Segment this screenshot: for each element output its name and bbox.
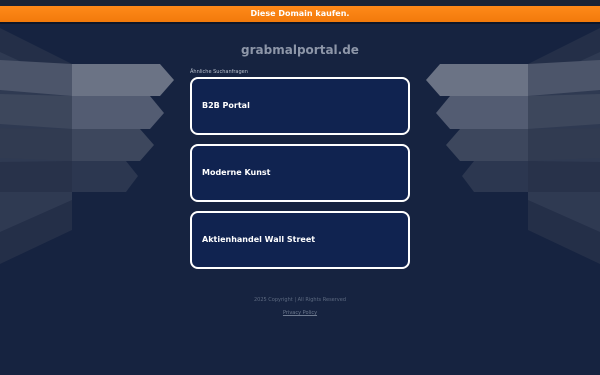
parked-domain-page: Diese Domain kaufen. grabmalportal.de Äh… [0, 0, 600, 375]
related-searches-heading: Ähnliche Suchanfragen [190, 69, 248, 75]
related-search-link[interactable]: B2B Portal [190, 77, 410, 135]
related-search-label: Aktienhandel Wall Street [202, 235, 316, 244]
related-search-link[interactable]: Aktienhandel Wall Street [190, 211, 410, 269]
domain-title: grabmalportal.de [241, 43, 359, 57]
privacy-policy-link[interactable]: Privacy Policy [0, 310, 600, 316]
copyright-text: 2025 Copyright | All Rights Reserved [253, 297, 347, 303]
related-search-label: Moderne Kunst [202, 168, 271, 177]
related-search-link[interactable]: Moderne Kunst [190, 144, 410, 202]
related-search-label: B2B Portal [202, 101, 250, 110]
